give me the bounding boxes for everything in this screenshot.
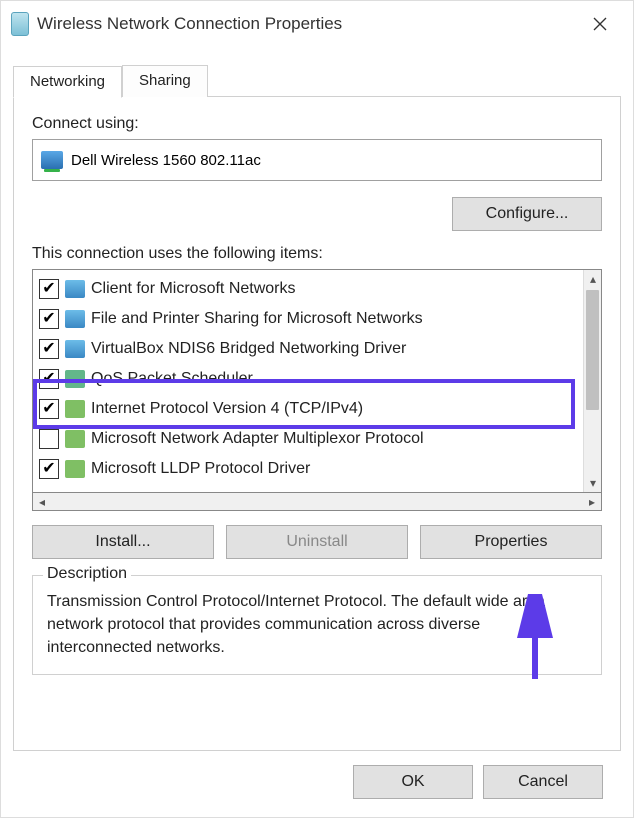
tab-strip: Networking Sharing (13, 65, 621, 97)
checkbox[interactable]: ✔ (39, 459, 59, 479)
properties-button[interactable]: Properties (420, 525, 602, 559)
scroll-left-icon[interactable]: ◂ (33, 493, 51, 511)
install-button[interactable]: Install... (32, 525, 214, 559)
checkbox[interactable]: ✔ (39, 279, 59, 299)
list-item[interactable]: ✔ Microsoft LLDP Protocol Driver (39, 454, 577, 484)
adapter-name: Dell Wireless 1560 802.11ac (71, 152, 261, 169)
component-icon (65, 400, 85, 418)
tab-networking[interactable]: Networking (13, 66, 122, 98)
items-list: ✔ Client for Microsoft Networks ✔ File and … (33, 270, 583, 492)
checkbox[interactable]: ✔ (39, 399, 59, 419)
tab-sharing[interactable]: Sharing (122, 65, 208, 97)
component-icon (65, 280, 85, 298)
item-label: Internet Protocol Version 4 (TCP/IPv4) (91, 400, 363, 418)
properties-dialog: Wireless Network Connection Properties N… (0, 0, 634, 818)
description-legend: Description (43, 565, 131, 583)
items-section: This connection uses the following items… (32, 245, 602, 511)
vertical-scrollbar[interactable]: ▴ ▾ (583, 270, 601, 492)
list-item[interactable]: ✔ QoS Packet Scheduler (39, 364, 577, 394)
component-icon (65, 430, 85, 448)
scroll-down-icon[interactable]: ▾ (584, 474, 602, 492)
list-item[interactable]: ✔ Client for Microsoft Networks (39, 274, 577, 304)
list-item[interactable]: ✔ Internet Protocol Version 4 (TCP/IPv4) (39, 394, 577, 424)
configure-row: Configure... (32, 197, 602, 231)
titlebar: Wireless Network Connection Properties (1, 1, 633, 47)
network-adapter-icon (41, 151, 63, 169)
component-icon (65, 370, 85, 388)
items-listbox[interactable]: ✔ Client for Microsoft Networks ✔ File and … (32, 269, 602, 493)
scroll-up-icon[interactable]: ▴ (584, 270, 602, 288)
tab-panel-networking: Connect using: Dell Wireless 1560 802.11… (13, 96, 621, 751)
list-item[interactable]: ✔ VirtualBox NDIS6 Bridged Networking Dri… (39, 334, 577, 364)
scroll-thumb[interactable] (586, 290, 599, 410)
checkbox[interactable]: ✔ (39, 309, 59, 329)
adapter-field[interactable]: Dell Wireless 1560 802.11ac (32, 139, 602, 181)
component-icon (65, 340, 85, 358)
checkbox[interactable] (39, 429, 59, 449)
item-label: Client for Microsoft Networks (91, 280, 296, 298)
scroll-right-icon[interactable]: ▸ (583, 493, 601, 511)
tab-label: Sharing (139, 72, 191, 89)
items-label: This connection uses the following items… (32, 245, 602, 263)
list-item[interactable]: ✔ File and Printer Sharing for Microsoft … (39, 304, 577, 334)
cancel-button[interactable]: Cancel (483, 765, 603, 799)
description-text: Transmission Control Protocol/Internet P… (47, 590, 587, 660)
tab-label: Networking (30, 73, 105, 90)
dialog-buttons: OK Cancel (13, 751, 621, 817)
description-group: Description Transmission Control Protoco… (32, 575, 602, 675)
window-title: Wireless Network Connection Properties (37, 14, 569, 34)
wireless-icon (11, 12, 29, 36)
close-button[interactable] (577, 1, 623, 47)
checkbox[interactable]: ✔ (39, 339, 59, 359)
component-icon (65, 460, 85, 478)
dialog-body: Networking Sharing Connect using: Dell W… (1, 47, 633, 817)
item-label: File and Printer Sharing for Microsoft N… (91, 310, 423, 328)
item-label: QoS Packet Scheduler (91, 370, 253, 388)
uninstall-button: Uninstall (226, 525, 408, 559)
item-label: VirtualBox NDIS6 Bridged Networking Driv… (91, 340, 406, 358)
horizontal-scrollbar[interactable]: ◂ ▸ (32, 493, 602, 511)
item-label: Microsoft Network Adapter Multiplexor Pr… (91, 430, 424, 448)
close-icon (593, 17, 607, 31)
configure-button[interactable]: Configure... (452, 197, 602, 231)
component-icon (65, 310, 85, 328)
item-label: Microsoft LLDP Protocol Driver (91, 460, 310, 478)
list-item[interactable]: Microsoft Network Adapter Multiplexor Pr… (39, 424, 577, 454)
connect-using-label: Connect using: (32, 115, 602, 133)
ok-button[interactable]: OK (353, 765, 473, 799)
checkbox[interactable]: ✔ (39, 369, 59, 389)
item-buttons-row: Install... Uninstall Properties (32, 525, 602, 559)
